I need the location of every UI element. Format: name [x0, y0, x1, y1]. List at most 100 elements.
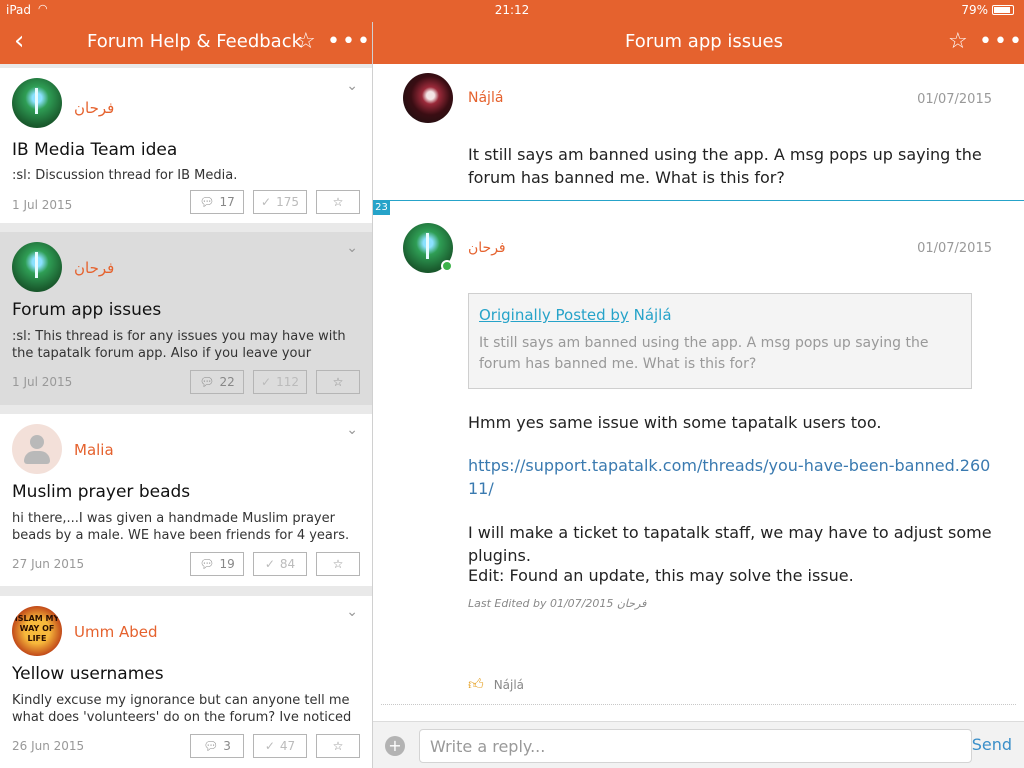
comment-icon: 💬︎ — [203, 739, 219, 753]
avatar-logo-text: ISLAM MY WAY OF LIFE — [14, 614, 60, 643]
more-icon[interactable]: ••• — [327, 28, 372, 56]
send-button[interactable]: Send — [972, 735, 1012, 754]
thread-title: Yellow usernames — [12, 664, 164, 684]
liked-by[interactable]: Nájlá — [494, 678, 524, 692]
thread-author[interactable]: Malia — [74, 441, 114, 459]
follow-button[interactable]: ☆ — [316, 552, 360, 576]
follow-button[interactable]: ☆ — [316, 734, 360, 758]
thread-title: Muslim prayer beads — [12, 482, 191, 502]
chevron-down-icon[interactable]: ⌄ — [346, 604, 358, 620]
post-link[interactable]: https://support.tapatalk.com/threads/you… — [468, 454, 998, 500]
avatar[interactable] — [12, 78, 62, 128]
post-body-line: Hmm yes same issue with some tapatalk us… — [468, 413, 882, 432]
online-status-dot — [441, 260, 453, 272]
post-floor-badge: 23 — [373, 201, 390, 215]
status-bar: iPad ◠ 21:12 79% — [0, 0, 1024, 22]
thread-card[interactable]: ISLAM MY WAY OF LIFE Umm Abed ⌄ Yellow u… — [0, 596, 372, 768]
forum-title: Forum Help & Feedback — [87, 31, 303, 52]
back-icon[interactable]: ‹ — [14, 26, 24, 56]
reply-bar: + Send — [373, 721, 1024, 768]
views-button[interactable]: ✓ 112 — [253, 370, 307, 394]
comment-icon: 💬︎ — [199, 375, 215, 389]
replies-button[interactable]: 💬︎ 17 — [190, 190, 244, 214]
replies-count: 17 — [219, 195, 235, 209]
avatar[interactable]: ISLAM MY WAY OF LIFE — [12, 606, 62, 656]
post-pane[interactable]: Nájlá 01/07/2015 It still says am banned… — [373, 64, 1024, 768]
star-icon: ☆ — [332, 195, 344, 209]
thread-snippet: hi there,...I was given a handmade Musli… — [12, 511, 350, 543]
star-icon: ☆ — [332, 375, 344, 389]
clock: 21:12 — [494, 3, 530, 17]
star-icon: ☆ — [332, 739, 344, 753]
views-button[interactable]: ✓ 175 — [253, 190, 307, 214]
replies-button[interactable]: 💬︎ 3 — [190, 734, 244, 758]
post-separator — [373, 200, 1024, 201]
thread-date: 1 Jul 2015 — [12, 198, 73, 212]
thread-card-selected[interactable]: فرحان ⌄ Forum app issues :sl: This threa… — [0, 232, 372, 405]
views-button[interactable]: ✓ 47 — [253, 734, 307, 758]
thread-author[interactable]: Umm Abed — [74, 623, 158, 641]
thread-author[interactable]: فرحان — [74, 99, 114, 117]
star-icon: ☆ — [332, 557, 344, 571]
plus-icon[interactable]: + — [385, 736, 405, 756]
quote-author[interactable]: Nájlá — [634, 306, 672, 324]
replies-button[interactable]: 💬︎ 22 — [190, 370, 244, 394]
quote-header[interactable]: Originally Posted by Nájlá — [479, 306, 961, 324]
views-count: 47 — [279, 739, 296, 753]
star-icon[interactable]: ☆ — [296, 28, 316, 56]
views-count: 112 — [276, 375, 299, 389]
chevron-down-icon[interactable]: ⌄ — [346, 422, 358, 438]
thread-date: 1 Jul 2015 — [12, 375, 73, 389]
post-date: 01/07/2015 — [917, 92, 992, 107]
follow-button[interactable]: ☆ — [316, 370, 360, 394]
comment-icon: 💬︎ — [199, 557, 215, 571]
thread-snippet: Kindly excuse my ignorance but can anyon… — [12, 693, 352, 725]
reply-input[interactable] — [419, 729, 972, 763]
edited-note: Last Edited by 01/07/2015 فرحان — [468, 597, 647, 610]
like-row: 👍︎ Nájlá — [468, 675, 524, 694]
more-icon[interactable]: ••• — [979, 28, 1024, 56]
thread-author[interactable]: فرحان — [74, 259, 114, 277]
thread-snippet: :sl: Discussion thread for IB Media. — [12, 168, 238, 183]
thread-date: 26 Jun 2015 — [12, 739, 85, 753]
post-author[interactable]: فرحان — [468, 240, 506, 256]
post-divider — [381, 704, 1016, 705]
check-icon: ✓ — [264, 739, 275, 753]
avatar[interactable] — [12, 242, 62, 292]
quote-body: It still says am banned using the app. A… — [479, 335, 929, 372]
forum-header: ‹ Forum Help & Feedback ☆ ••• — [0, 22, 372, 64]
replies-count: 19 — [219, 557, 235, 571]
post-body-line: Edit: Found an update, this may solve th… — [468, 566, 854, 585]
views-button[interactable]: ✓ 84 — [253, 552, 307, 576]
replies-button[interactable]: 💬︎ 19 — [190, 552, 244, 576]
views-count: 175 — [276, 195, 299, 209]
battery-icon — [992, 5, 1014, 15]
thread-title: Forum app issues — [12, 300, 162, 320]
thread-card[interactable]: فرحان ⌄ IB Media Team idea :sl: Discussi… — [0, 68, 372, 223]
check-icon: ✓ — [261, 195, 272, 209]
thread-date: 27 Jun 2015 — [12, 557, 85, 571]
check-icon: ✓ — [261, 375, 272, 389]
thread-list[interactable]: فرحان ⌄ IB Media Team idea :sl: Discussi… — [0, 64, 372, 768]
chevron-down-icon[interactable]: ⌄ — [346, 78, 358, 94]
comment-icon: 💬︎ — [199, 195, 215, 209]
thread-title: Forum app issues — [625, 31, 784, 52]
avatar[interactable] — [12, 424, 62, 474]
originally-posted-link[interactable]: Originally Posted by — [479, 306, 629, 324]
views-count: 84 — [279, 557, 296, 571]
post-body: It still says am banned using the app. A… — [468, 145, 982, 187]
avatar[interactable] — [403, 73, 453, 123]
follow-button[interactable]: ☆ — [316, 190, 360, 214]
chevron-down-icon[interactable]: ⌄ — [346, 240, 358, 256]
thumbs-up-icon[interactable]: 👍︎ — [468, 675, 484, 694]
thread-card[interactable]: Malia ⌄ Muslim prayer beads hi there,...… — [0, 414, 372, 586]
post-body-line: I will make a ticket to tapatalk staff, … — [468, 523, 992, 565]
thread-title: IB Media Team idea — [12, 140, 178, 160]
battery-indicator: 79% — [961, 3, 1014, 17]
replies-count: 3 — [223, 739, 231, 753]
post-date: 01/07/2015 — [917, 241, 992, 256]
thread-snippet: :sl: This thread is for any issues you m… — [12, 329, 346, 361]
post-author[interactable]: Nájlá — [468, 90, 503, 106]
check-icon: ✓ — [264, 557, 275, 571]
star-icon[interactable]: ☆ — [948, 28, 968, 56]
